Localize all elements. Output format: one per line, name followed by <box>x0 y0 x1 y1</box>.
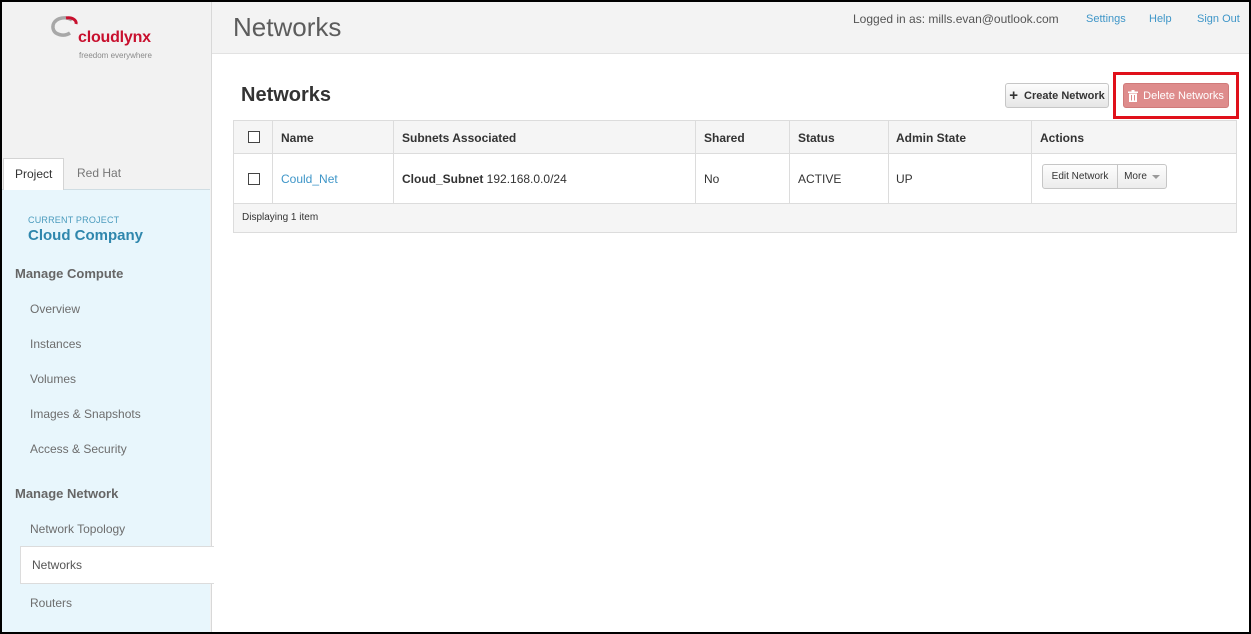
column-header-name[interactable]: Name <box>281 131 314 145</box>
sidebar-item-access-security[interactable]: Access & Security <box>30 442 127 456</box>
sidebar-item-instances[interactable]: Instances <box>30 337 81 351</box>
nav-section-manage-compute: Manage Compute <box>15 266 124 281</box>
current-project-label: CURRENT PROJECT <box>28 215 120 225</box>
column-header-admin-state[interactable]: Admin State <box>896 131 966 145</box>
page-header: Networks Logged in as: mills.evan@outloo… <box>212 2 1249 54</box>
network-name-link[interactable]: Could_Net <box>281 172 338 186</box>
tab-project[interactable]: Project <box>3 158 65 191</box>
caret-down-icon <box>1151 174 1160 179</box>
sidebar-item-network-topology[interactable]: Network Topology <box>30 522 125 536</box>
table-footer: Displaying 1 item <box>234 204 1236 232</box>
sidebar-tabs: Project Red Hat <box>2 158 210 191</box>
create-network-button[interactable]: + Create Network <box>1005 83 1109 108</box>
delete-networks-button[interactable]: Delete Networks <box>1123 83 1229 108</box>
sidebar: cloudlynx freedom everywhere Project Red… <box>2 2 214 632</box>
section-title: Networks <box>241 84 332 106</box>
plus-icon: + <box>1009 87 1019 104</box>
column-header-actions: Actions <box>1040 131 1085 145</box>
subnet-name: Cloud_Subnet <box>402 172 484 186</box>
settings-link[interactable]: Settings <box>1086 13 1126 25</box>
page-title: Networks <box>233 12 342 42</box>
tab-red-hat[interactable]: Red Hat <box>66 158 132 190</box>
column-header-subnets[interactable]: Subnets Associated <box>402 131 516 145</box>
brand-tagline: freedom everywhere <box>79 51 152 60</box>
sidebar-item-overview[interactable]: Overview <box>30 302 80 316</box>
table-row: Could_Net Cloud_Subnet 192.168.0.0/24 No… <box>234 154 1236 204</box>
column-header-shared[interactable]: Shared <box>704 131 745 145</box>
sign-out-link[interactable]: Sign Out <box>1197 13 1240 25</box>
create-network-label: Create Network <box>1024 89 1105 102</box>
current-project-name[interactable]: Cloud Company <box>28 227 143 244</box>
more-actions-label: More <box>1124 171 1147 182</box>
column-header-status[interactable]: Status <box>798 131 835 145</box>
select-all-checkbox[interactable] <box>248 131 260 143</box>
more-actions-button[interactable]: More <box>1117 164 1167 189</box>
admin-state-cell: UP <box>896 172 913 186</box>
nav-section-manage-network: Manage Network <box>15 486 119 501</box>
sidebar-item-volumes[interactable]: Volumes <box>30 372 76 386</box>
item-count: Displaying 1 item <box>242 212 319 223</box>
subnet-cidr: 192.168.0.0/24 <box>486 172 567 186</box>
row-checkbox[interactable] <box>248 173 260 185</box>
brand-logo[interactable]: cloudlynx freedom everywhere <box>50 15 180 61</box>
shared-cell: No <box>704 172 720 186</box>
sidebar-nav-panel: CURRENT PROJECT Cloud Company Manage Com… <box>2 190 214 632</box>
edit-network-button[interactable]: Edit Network <box>1042 164 1118 189</box>
help-link[interactable]: Help <box>1149 13 1172 25</box>
delete-networks-label: Delete Networks <box>1143 89 1224 102</box>
trash-icon <box>1128 89 1139 102</box>
subnet-cell: Cloud_Subnet 192.168.0.0/24 <box>402 172 567 186</box>
sidebar-item-networks[interactable]: Networks <box>20 546 214 584</box>
status-cell: ACTIVE <box>798 172 842 186</box>
sidebar-item-images-snapshots[interactable]: Images & Snapshots <box>30 407 141 421</box>
sidebar-item-routers[interactable]: Routers <box>30 596 72 610</box>
table-header-row: Name Subnets Associated Shared Status Ad… <box>234 121 1236 154</box>
logo-swirl-icon <box>51 16 78 37</box>
logged-in-user: Logged in as: mills.evan@outlook.com <box>853 12 1059 26</box>
networks-table: Name Subnets Associated Shared Status Ad… <box>233 120 1237 233</box>
brand-name: cloudlynx <box>78 29 151 46</box>
